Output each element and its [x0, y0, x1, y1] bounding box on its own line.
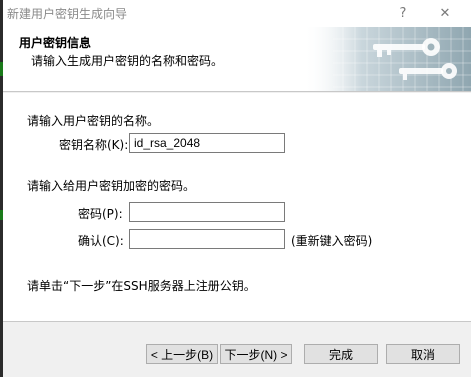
next-button[interactable]: 下一步(N) >: [220, 344, 292, 364]
footer-note: 请单击“下一步”在SSH服务器上注册公钥。: [27, 279, 256, 293]
footer-divider: [3, 321, 471, 322]
wizard-header: 用户密钥信息 请输入生成用户密钥的名称和密码。: [3, 27, 471, 92]
header-title: 用户密钥信息: [19, 36, 92, 50]
cancel-button[interactable]: 取消: [386, 344, 460, 364]
confirm-password-input[interactable]: [129, 229, 285, 249]
key-name-label: 密钥名称(K):: [59, 138, 129, 152]
back-button[interactable]: < 上一步(B): [146, 344, 218, 364]
password-input[interactable]: [129, 202, 285, 222]
password-label: 密码(P):: [78, 207, 123, 221]
key-name-input[interactable]: [129, 133, 285, 153]
confirm-hint: (重新键入密码): [291, 234, 373, 248]
close-button[interactable]: ✕: [425, 2, 465, 24]
title-bar[interactable]: 新建用户密钥生成向导 ? ✕: [3, 0, 471, 27]
wizard-content: 请输入用户密钥的名称。 密钥名称(K): 请输入给用户密钥加密的密码。 密码(P…: [3, 93, 471, 321]
confirm-label: 确认(C):: [78, 234, 124, 248]
finish-button[interactable]: 完成: [304, 344, 378, 364]
help-button[interactable]: ?: [383, 2, 423, 24]
help-icon: ?: [399, 5, 407, 21]
window-title: 新建用户密钥生成向导: [7, 7, 128, 21]
name-instruction: 请输入用户密钥的名称。: [27, 114, 160, 128]
close-icon: ✕: [439, 5, 451, 21]
wizard-dialog: 新建用户密钥生成向导 ? ✕ 用户密钥信息 请输入生成用户密钥的名称和密码。 请…: [0, 0, 471, 377]
keys-banner-icon: [303, 27, 471, 91]
header-subtitle: 请输入生成用户密钥的名称和密码。: [31, 54, 224, 68]
password-instruction: 请输入给用户密钥加密的密码。: [27, 179, 196, 193]
